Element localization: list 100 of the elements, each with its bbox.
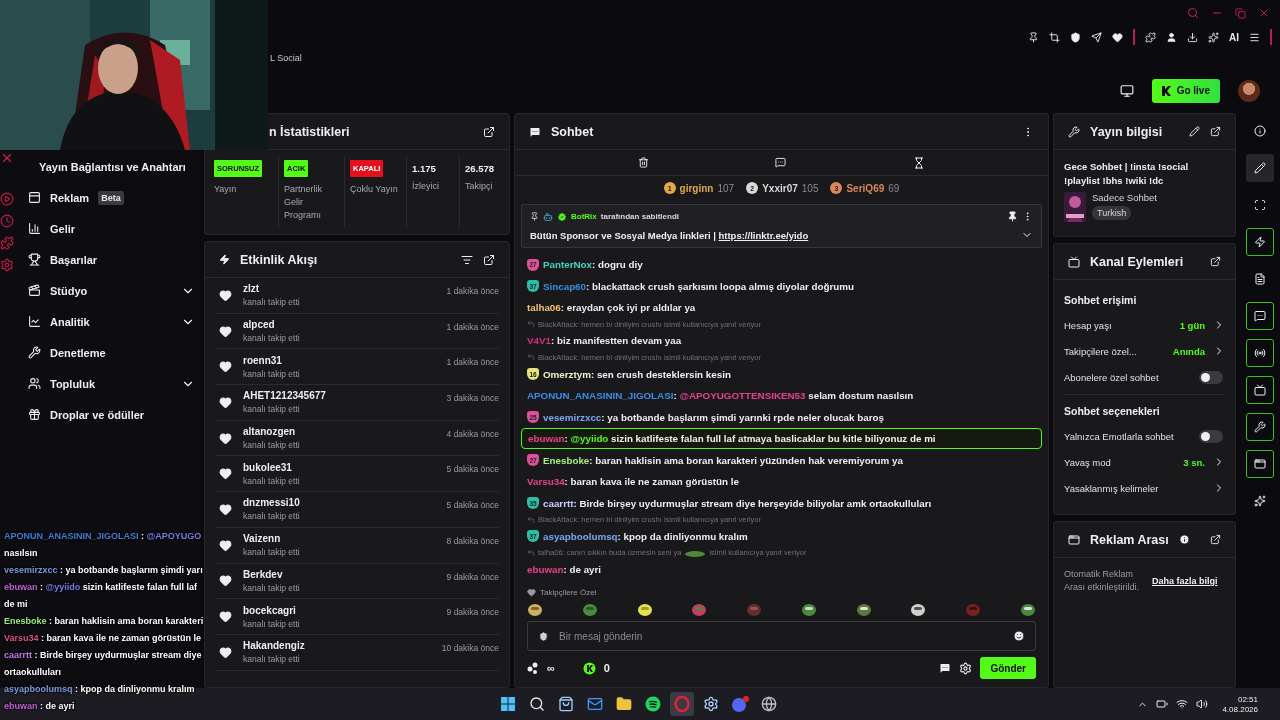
pencil-icon[interactable] — [1189, 126, 1200, 137]
popout-icon[interactable] — [483, 253, 495, 266]
clock-time: 02:51 — [1237, 694, 1258, 704]
heart-icon — [219, 574, 232, 588]
hourglass-icon[interactable] — [912, 156, 925, 169]
send-button[interactable]: Gönder — [980, 657, 1036, 679]
menu-icon[interactable] — [1249, 31, 1260, 43]
play-icon[interactable] — [0, 192, 14, 206]
follower-name: zlzt — [243, 283, 261, 295]
info-icon[interactable] — [1178, 534, 1190, 545]
tab-title: L Social — [270, 53, 302, 63]
event-text: kanalı takip etti — [243, 368, 301, 379]
profile-icon[interactable] — [1166, 31, 1177, 43]
sidebar-item[interactable]: Stüdyo — [14, 275, 203, 306]
download-icon[interactable] — [1187, 31, 1198, 43]
chat-app-icon — [731, 696, 750, 712]
pin-icon[interactable] — [1007, 211, 1018, 222]
emote-icon — [684, 548, 707, 557]
people-icon — [28, 377, 41, 390]
chat-icon — [529, 125, 541, 138]
extensions-icon[interactable] — [1145, 31, 1156, 43]
panel-toggle-button[interactable] — [1246, 302, 1274, 330]
leaderboard-name: SeriQ69 — [846, 182, 885, 194]
event-time: 5 dakika önce — [446, 500, 499, 511]
reply-icon — [527, 320, 535, 329]
follower-name: bukolee31 — [243, 461, 293, 473]
emote-icon[interactable] — [800, 601, 817, 617]
message-field[interactable]: Bir mesaj gönderin — [527, 621, 1036, 651]
search-icon[interactable] — [1187, 7, 1199, 19]
message-input[interactable]: Bir mesaj gönderin — [557, 629, 1005, 643]
sidebar-item[interactable]: Gelir — [14, 213, 203, 244]
music-app-icon — [645, 696, 662, 712]
chat-icon[interactable] — [939, 662, 952, 674]
puzzle-icon[interactable] — [0, 236, 14, 250]
wrench-icon — [1068, 125, 1080, 138]
leaderboard-points: 105 — [801, 182, 819, 194]
panel-title: Yayın bilgisi — [1090, 124, 1164, 139]
toggle-switch[interactable] — [1199, 429, 1223, 443]
emoji-icon[interactable] — [1013, 630, 1025, 642]
event-time: 8 dakika önce — [446, 535, 499, 546]
reply-icon — [527, 515, 535, 524]
panel-toggle-button[interactable] — [1246, 413, 1274, 441]
trash-icon[interactable] — [638, 157, 650, 168]
restore-icon[interactable] — [1235, 7, 1246, 19]
sidebar-item[interactable]: Denetleme — [14, 337, 203, 368]
ai-label: AI — [1229, 31, 1239, 43]
avatar[interactable] — [1238, 79, 1260, 102]
panel-toggle-button[interactable] — [1246, 154, 1274, 182]
setting-value: Anında — [1172, 345, 1205, 357]
event-time: 9 dakika önce — [446, 607, 499, 618]
sidebar-item[interactable]: Topluluk — [14, 368, 203, 399]
sidebar-item[interactable]: Reklam Beta — [14, 182, 203, 213]
crop-icon[interactable] — [1049, 31, 1060, 43]
panel-toggle-button[interactable] — [1246, 376, 1274, 404]
setting-value: 3 sn. — [1183, 456, 1205, 468]
chat-message: Sincap60: blackattack crush şarkısını loopa almış diyolar doğrumu — [543, 280, 854, 292]
monitor-icon[interactable] — [1119, 83, 1134, 98]
popout-icon[interactable] — [1210, 256, 1221, 267]
heart-icon — [219, 502, 232, 516]
toggle-switch[interactable] — [1199, 370, 1223, 384]
link[interactable]: https://linktr.ee/yido — [718, 229, 809, 241]
globe-icon — [761, 696, 778, 712]
heart-icon[interactable] — [1112, 31, 1123, 43]
emote-icon[interactable] — [527, 601, 543, 617]
shield-icon[interactable] — [1070, 31, 1081, 43]
learn-more-link[interactable]: Daha fazla bilgi — [1152, 576, 1218, 586]
send-icon[interactable] — [1091, 31, 1102, 43]
heart-icon — [527, 588, 536, 597]
setting-label: Abonelere özel sohbet — [1064, 371, 1160, 383]
emote-icon[interactable] — [855, 601, 872, 617]
wrench-icon — [28, 346, 41, 359]
emote-icon[interactable] — [636, 601, 653, 617]
follower-name: roenn31 — [243, 354, 283, 366]
popout-icon[interactable] — [1210, 126, 1221, 137]
filter-icon[interactable] — [461, 253, 473, 266]
popout-icon[interactable] — [1210, 534, 1221, 545]
follower-name: Vaizenn — [243, 533, 282, 545]
clock-icon[interactable] — [0, 214, 14, 228]
stat-value: 26.578 — [465, 162, 496, 174]
sidebar-item[interactable]: Analitik — [14, 306, 203, 337]
chat-message: ebuwan: de ayri — [527, 563, 602, 575]
panel-toggle-button[interactable] — [1246, 228, 1274, 256]
emote-icon[interactable] — [910, 601, 927, 617]
sidebar-item[interactable]: Droplar ve ödüller — [14, 399, 203, 430]
panel-title: Sohbet — [551, 124, 595, 139]
popout-icon[interactable] — [483, 125, 495, 138]
close-icon[interactable] — [1258, 7, 1270, 19]
sidebar-item[interactable]: Başarılar — [14, 244, 203, 275]
panel-title: Etkinlik Akışı — [240, 252, 319, 267]
panel-toggle-button[interactable] — [1246, 450, 1274, 478]
sidebar-item[interactable]: Yayın Bağlantısı ve Anahtarı — [14, 151, 203, 182]
go-live-button[interactable]: Go live — [1151, 78, 1220, 103]
event-text: kanalı takip etti — [243, 618, 301, 629]
stat-label: Takipçi — [465, 180, 494, 193]
pin-icon[interactable] — [1028, 31, 1039, 43]
emote-icon[interactable] — [1019, 601, 1036, 617]
points-icon — [527, 662, 539, 674]
panel-toggle-button[interactable] — [1246, 339, 1274, 367]
sparkles-icon[interactable] — [1208, 31, 1219, 43]
close-icon[interactable] — [0, 151, 14, 165]
